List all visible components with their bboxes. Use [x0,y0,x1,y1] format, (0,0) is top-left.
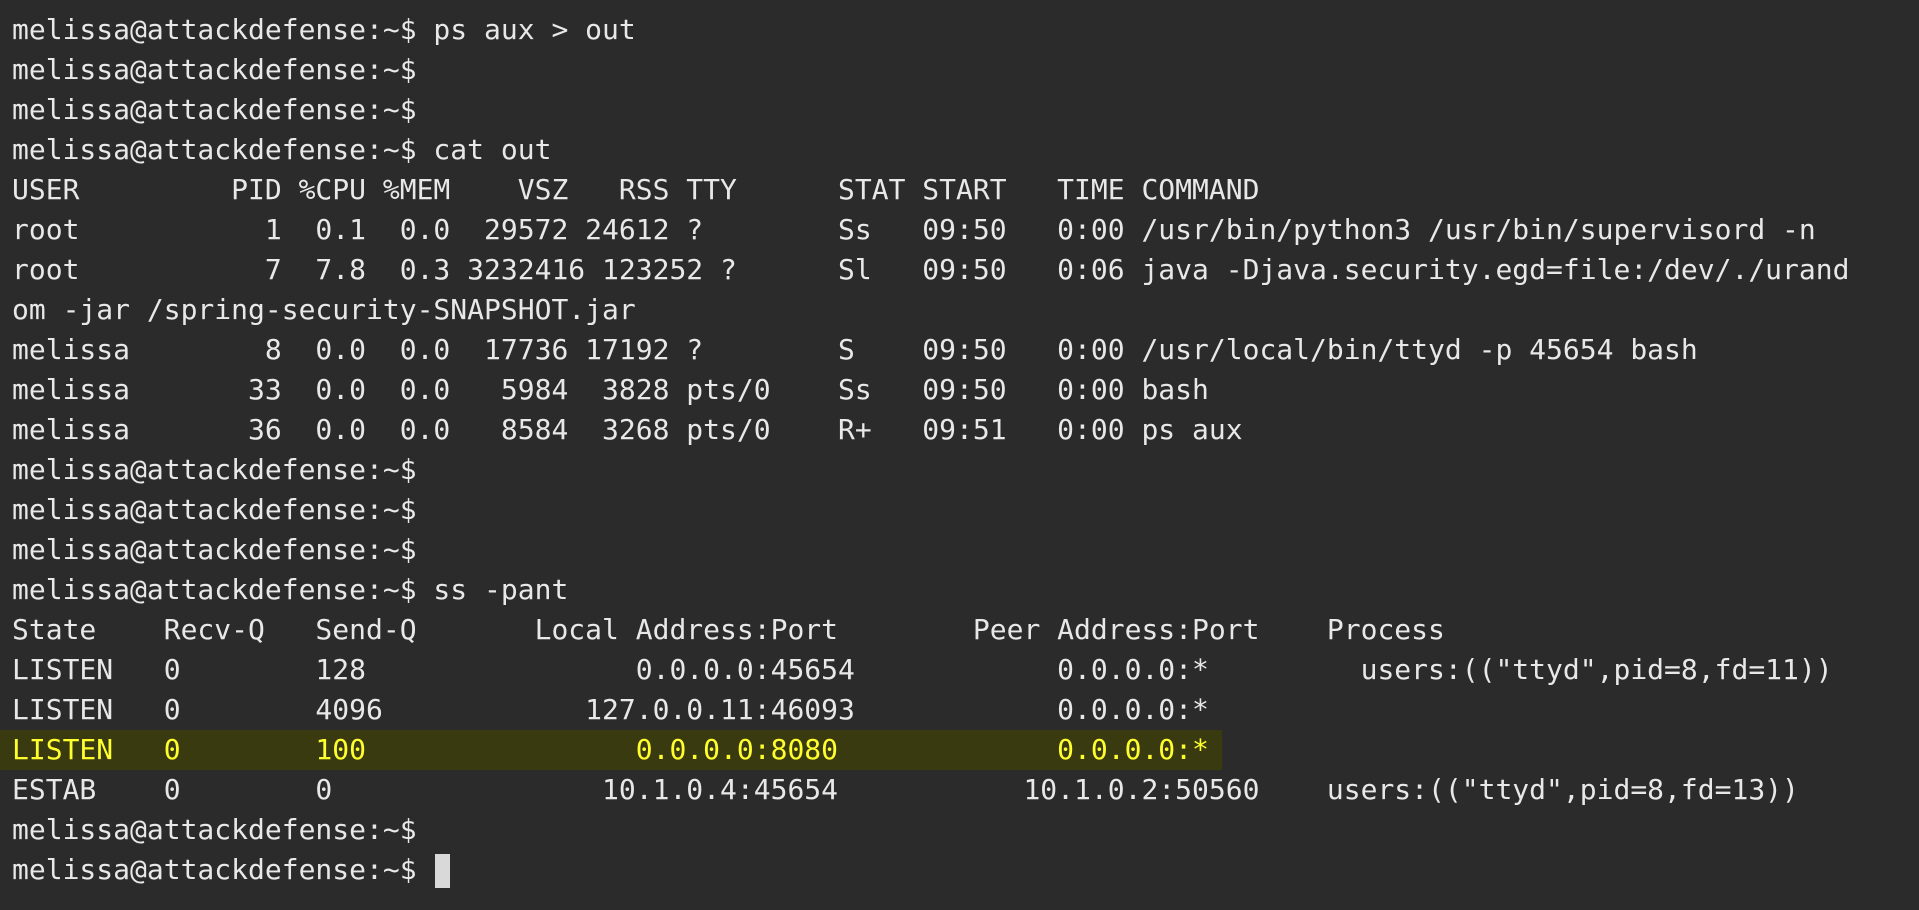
command-line: melissa@attackdefense:~$ ss -pant [12,573,569,606]
active-prompt-line[interactable]: melissa@attackdefense:~$ [12,850,1919,890]
cursor [435,854,451,888]
socket-row-highlighted: LISTEN 0 100 0.0.0.0:8080 0.0.0.0:* [0,730,1919,770]
socket-row: LISTEN 0 4096 127.0.0.11:46093 0.0.0.0:* [12,693,1209,726]
prompt-line: melissa@attackdefense:~$ [12,533,417,566]
process-row: melissa 36 0.0 0.0 8584 3268 pts/0 R+ 09… [12,413,1243,446]
terminal-window[interactable]: { "terminal": { "lines": [ "melissa@atta… [0,0,1919,910]
socket-row: LISTEN 0 128 0.0.0.0:45654 0.0.0.0:* use… [12,653,1833,686]
ss-header-row: State Recv-Q Send-Q Local Address:Port P… [12,613,1445,646]
process-row-wrap: om -jar /spring-security-SNAPSHOT.jar [12,293,636,326]
process-row: root 7 7.8 0.3 3232416 123252 ? Sl 09:50… [12,253,1850,286]
prompt-line: melissa@attackdefense:~$ [12,53,417,86]
prompt-line: melissa@attackdefense:~$ [12,453,417,486]
command-line: melissa@attackdefense:~$ cat out [12,133,552,166]
terminal-output[interactable]: melissa@attackdefense:~$ ps aux > out me… [0,10,1919,910]
prompt-line: melissa@attackdefense:~$ [12,493,417,526]
ps-header-row: USER PID %CPU %MEM VSZ RSS TTY STAT STAR… [12,173,1260,206]
socket-row: ESTAB 0 0 10.1.0.4:45654 10.1.0.2:50560 … [12,773,1799,806]
process-row: melissa 33 0.0 0.0 5984 3828 pts/0 Ss 09… [12,373,1209,406]
command-line: melissa@attackdefense:~$ ps aux > out [12,13,636,46]
prompt-line: melissa@attackdefense:~$ [12,93,417,126]
process-row: melissa 8 0.0 0.0 17736 17192 ? S 09:50 … [12,333,1698,366]
prompt-line: melissa@attackdefense:~$ [12,813,417,846]
process-row: root 1 0.1 0.0 29572 24612 ? Ss 09:50 0:… [12,213,1816,246]
